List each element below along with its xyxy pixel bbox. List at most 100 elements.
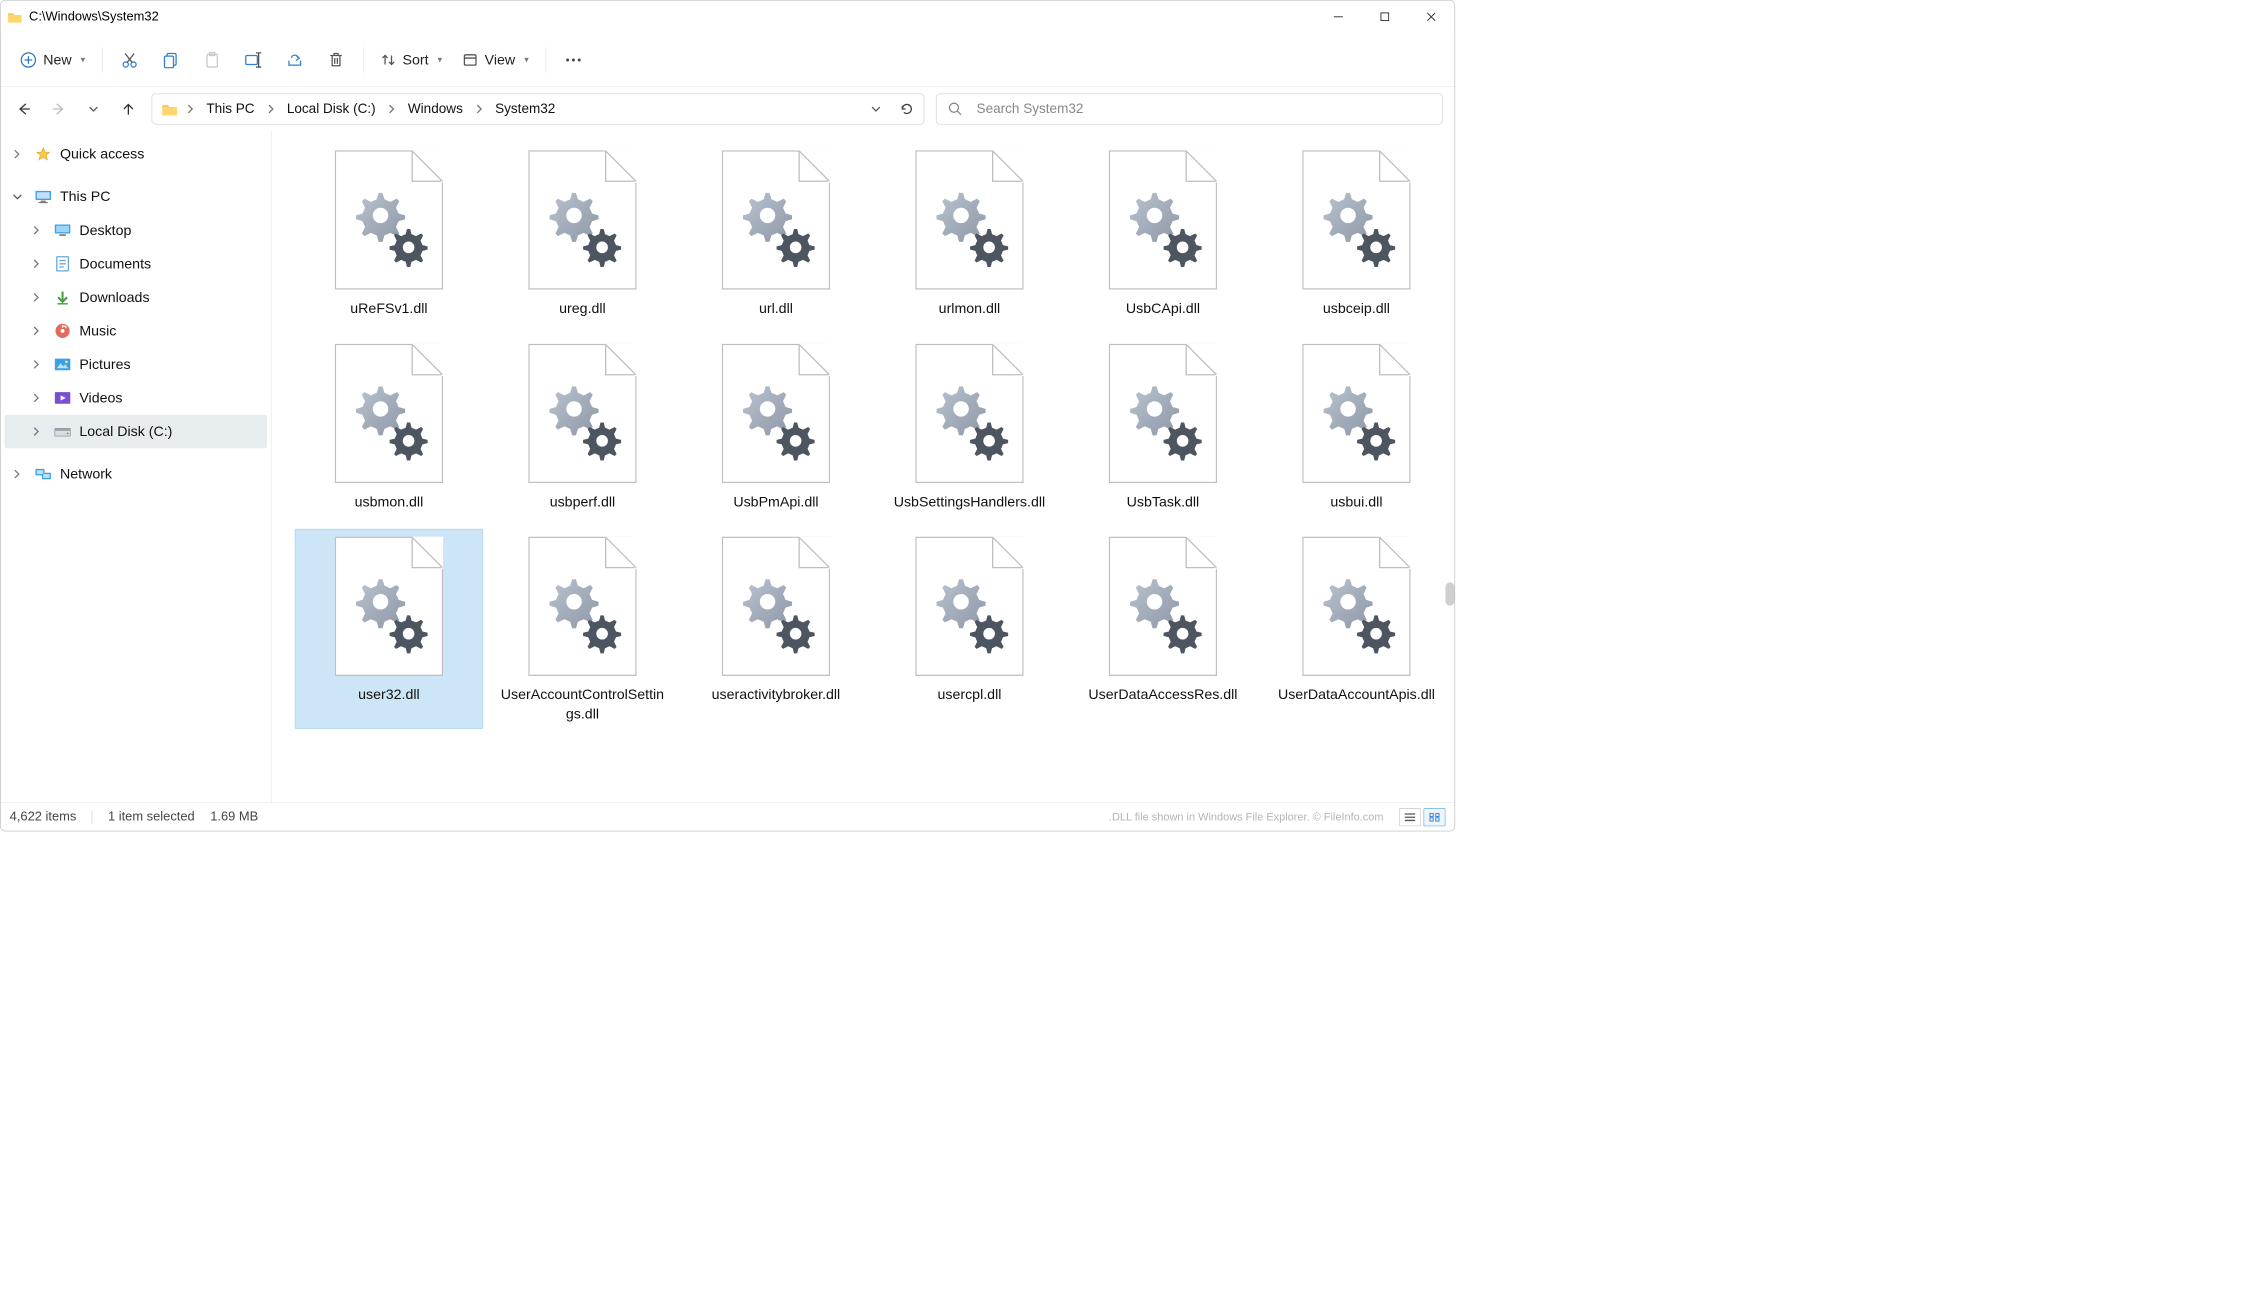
expand-chevron-icon[interactable] bbox=[32, 292, 46, 302]
file-item[interactable]: UserDataAccessRes.dll bbox=[1069, 529, 1257, 729]
dll-file-icon bbox=[1109, 344, 1217, 483]
file-name: usbui.dll bbox=[1330, 492, 1382, 511]
search-input[interactable] bbox=[975, 101, 1430, 118]
chevron-right-icon[interactable] bbox=[186, 104, 195, 114]
file-name: uReFSv1.dll bbox=[350, 299, 427, 318]
search-box[interactable] bbox=[936, 94, 1443, 125]
forward-button[interactable] bbox=[47, 97, 70, 120]
expand-chevron-icon[interactable] bbox=[12, 469, 26, 479]
sort-icon bbox=[381, 52, 396, 67]
trash-icon bbox=[328, 51, 343, 68]
cut-button[interactable] bbox=[112, 42, 148, 77]
tree-item[interactable]: Local Disk (C:) bbox=[5, 415, 268, 449]
delete-button[interactable] bbox=[318, 42, 354, 77]
chevron-down-icon: ▾ bbox=[81, 54, 86, 65]
tree-label: Music bbox=[79, 323, 116, 340]
share-icon bbox=[286, 51, 303, 68]
breadcrumb-segment[interactable]: Local Disk (C:) bbox=[283, 99, 380, 120]
rename-button[interactable] bbox=[235, 42, 271, 77]
chevron-right-icon[interactable] bbox=[474, 104, 483, 114]
content-pane[interactable]: uReFSv1.dll ureg.dll url.dll urlmon.dll UsbC… bbox=[272, 131, 1455, 802]
chevron-down-icon: ▾ bbox=[438, 54, 443, 65]
more-button[interactable] bbox=[555, 42, 591, 77]
expand-chevron-icon[interactable] bbox=[32, 225, 46, 235]
dll-file-icon bbox=[335, 537, 443, 676]
recent-locations-button[interactable] bbox=[82, 97, 105, 120]
file-item[interactable]: usbceip.dll bbox=[1262, 143, 1450, 323]
expand-chevron-icon[interactable] bbox=[32, 359, 46, 369]
breadcrumb-segment[interactable]: This PC bbox=[203, 99, 259, 120]
expand-chevron-icon[interactable] bbox=[12, 149, 26, 159]
file-item[interactable]: usercpl.dll bbox=[875, 529, 1063, 729]
tree-item[interactable]: Downloads bbox=[5, 281, 268, 315]
navigation-row: This PC Local Disk (C:) Windows System32 bbox=[1, 87, 1455, 131]
file-name: ureg.dll bbox=[559, 299, 606, 318]
file-item[interactable]: UserDataAccountApis.dll bbox=[1262, 529, 1450, 729]
chevron-right-icon[interactable] bbox=[387, 104, 396, 114]
dll-file-icon bbox=[915, 150, 1023, 289]
address-dropdown-button[interactable] bbox=[864, 97, 887, 120]
back-button[interactable] bbox=[12, 97, 35, 120]
up-button[interactable] bbox=[117, 97, 140, 120]
dll-file-icon bbox=[722, 344, 830, 483]
close-button[interactable] bbox=[1408, 1, 1454, 33]
file-item[interactable]: urlmon.dll bbox=[875, 143, 1063, 323]
paste-button[interactable] bbox=[194, 42, 230, 77]
tree-item[interactable]: Music bbox=[5, 314, 268, 348]
breadcrumb-segment[interactable]: Windows bbox=[404, 99, 467, 120]
file-item[interactable]: usbui.dll bbox=[1262, 336, 1450, 516]
details-view-button[interactable] bbox=[1399, 808, 1421, 826]
tree-item[interactable]: Network bbox=[5, 457, 268, 491]
tree-item[interactable]: Videos bbox=[5, 381, 268, 415]
tree-icon bbox=[54, 322, 72, 340]
file-item[interactable]: usbmon.dll bbox=[295, 336, 483, 516]
file-item[interactable]: useractivitybroker.dll bbox=[682, 529, 870, 729]
file-name: urlmon.dll bbox=[939, 299, 1001, 318]
expand-chevron-icon[interactable] bbox=[32, 426, 46, 436]
scrollbar-thumb[interactable] bbox=[1445, 582, 1454, 605]
view-button[interactable]: View ▾ bbox=[455, 42, 536, 77]
dll-file-icon bbox=[915, 537, 1023, 676]
copy-button[interactable] bbox=[153, 42, 189, 77]
maximize-button[interactable] bbox=[1362, 1, 1408, 33]
tree-item[interactable]: Quick access bbox=[5, 137, 268, 171]
file-item[interactable]: usbperf.dll bbox=[488, 336, 676, 516]
tree-icon bbox=[34, 188, 52, 206]
expand-chevron-icon[interactable] bbox=[32, 326, 46, 336]
address-bar[interactable]: This PC Local Disk (C:) Windows System32 bbox=[152, 94, 925, 125]
minimize-button[interactable] bbox=[1315, 1, 1361, 33]
tree-item[interactable]: Pictures bbox=[5, 348, 268, 382]
expand-chevron-icon[interactable] bbox=[32, 259, 46, 269]
rename-icon bbox=[244, 51, 262, 68]
file-name: UserDataAccessRes.dll bbox=[1088, 685, 1237, 704]
file-item[interactable]: UsbTask.dll bbox=[1069, 336, 1257, 516]
new-icon bbox=[20, 51, 37, 68]
breadcrumb-segment[interactable]: System32 bbox=[491, 99, 559, 120]
file-item[interactable]: user32.dll bbox=[295, 529, 483, 729]
file-item[interactable]: UsbSettingsHandlers.dll bbox=[875, 336, 1063, 516]
refresh-button[interactable] bbox=[895, 97, 918, 120]
file-item[interactable]: uReFSv1.dll bbox=[295, 143, 483, 323]
tree-item[interactable]: Desktop bbox=[5, 213, 268, 247]
file-item[interactable]: UsbPmApi.dll bbox=[682, 336, 870, 516]
icons-view-button[interactable] bbox=[1424, 808, 1446, 826]
dll-file-icon bbox=[528, 344, 636, 483]
tree-item[interactable]: This PC bbox=[5, 180, 268, 214]
sort-button[interactable]: Sort ▾ bbox=[373, 42, 450, 77]
chevron-right-icon[interactable] bbox=[266, 104, 275, 114]
file-item[interactable]: UsbCApi.dll bbox=[1069, 143, 1257, 323]
navigation-pane[interactable]: Quick access This PCDesktopDocumentsDownl… bbox=[1, 131, 272, 802]
new-button[interactable]: New ▾ bbox=[12, 42, 93, 77]
expand-chevron-icon[interactable] bbox=[32, 393, 46, 403]
tree-label: Local Disk (C:) bbox=[79, 423, 172, 440]
file-item[interactable]: UserAccountControlSettings.dll bbox=[488, 529, 676, 729]
file-item[interactable]: ureg.dll bbox=[488, 143, 676, 323]
tree-label: Pictures bbox=[79, 356, 130, 373]
tree-item[interactable]: Documents bbox=[5, 247, 268, 281]
expand-chevron-icon[interactable] bbox=[12, 192, 26, 202]
file-item[interactable]: url.dll bbox=[682, 143, 870, 323]
ellipsis-icon bbox=[564, 56, 582, 62]
toolbar-separator bbox=[102, 47, 103, 73]
tree-icon bbox=[34, 465, 52, 483]
share-button[interactable] bbox=[277, 42, 313, 77]
